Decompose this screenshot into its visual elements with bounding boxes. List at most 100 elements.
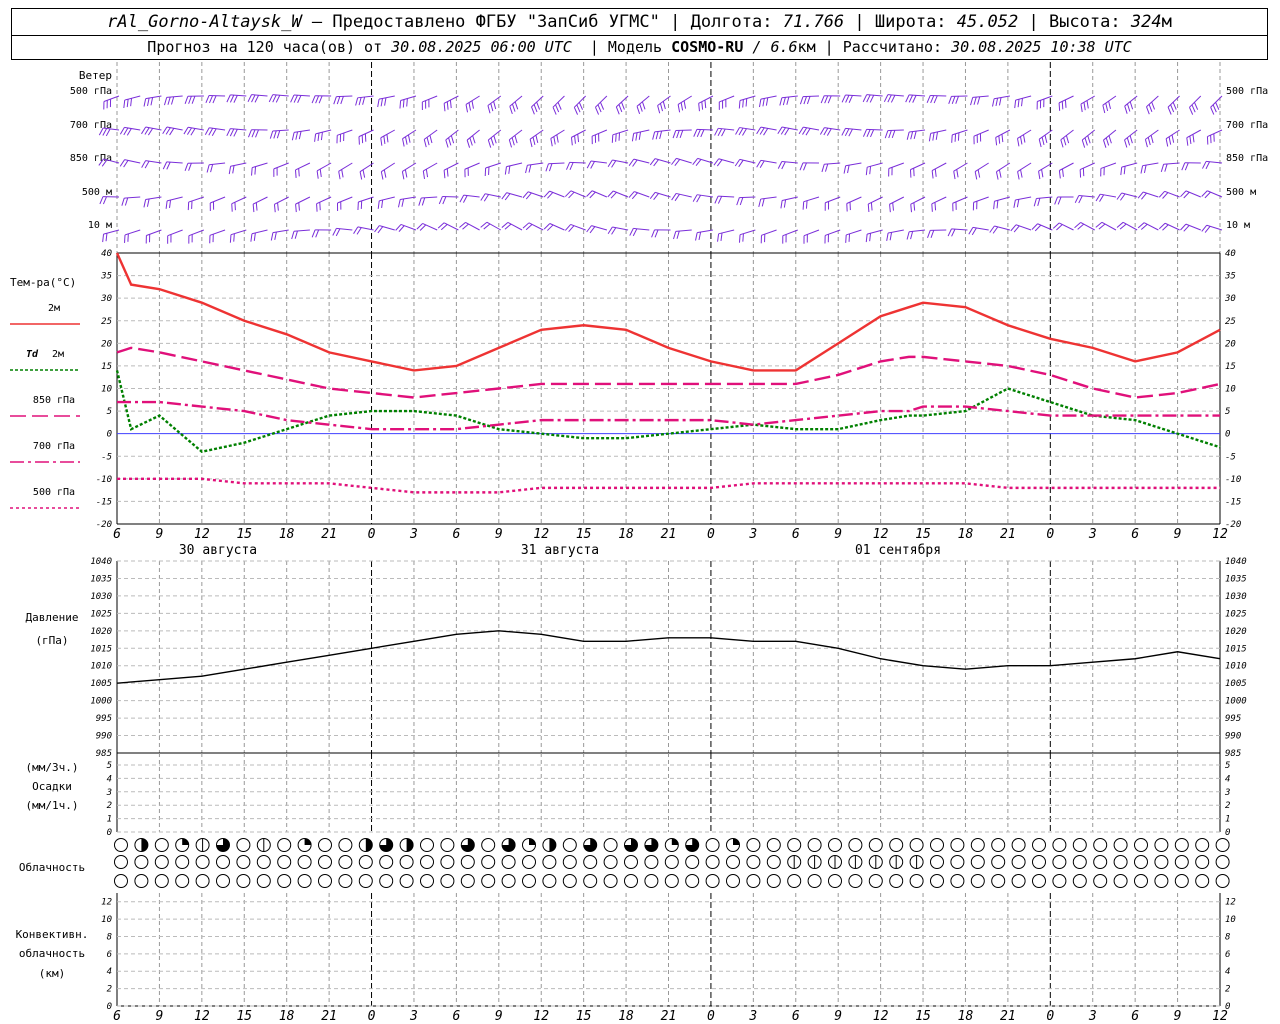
- wind-barb-feather: [438, 196, 443, 205]
- wind-barb-feather: [105, 233, 108, 242]
- wind-barb-feather: [1204, 225, 1211, 233]
- bottom-xtick-label: 18: [618, 1009, 634, 1024]
- cloud-symbol: [807, 874, 822, 888]
- wind-barb-feather: [913, 202, 916, 211]
- wind-barb-feather: [653, 193, 659, 200]
- cloud-circle: [1134, 874, 1148, 888]
- cloud-circle: [195, 874, 210, 888]
- wind-barb-feather: [696, 194, 702, 203]
- wind-barb-feather: [1001, 134, 1004, 143]
- temp-xtick-label: 6: [452, 527, 460, 542]
- cloud-symbol: [644, 874, 659, 888]
- cloud-symbol: [889, 874, 904, 888]
- wind-barb-feather: [247, 94, 252, 103]
- wind-barb-feather: [165, 127, 171, 135]
- cloud-symbol: [114, 874, 128, 888]
- cloud-circle: [481, 855, 496, 869]
- wind-barb-feather: [611, 160, 617, 168]
- wind-barb: [252, 196, 268, 213]
- wind-barb: [508, 129, 523, 148]
- cloud-circle: [991, 874, 1006, 888]
- wind-barb-feather: [1120, 167, 1123, 176]
- wind-barb: [631, 129, 650, 142]
- wind-barb: [1181, 162, 1201, 171]
- wind-barb-staff: [272, 94, 289, 97]
- cloud-circle: [1032, 855, 1046, 869]
- cloud-circle: [338, 874, 353, 888]
- conv-ytick-right: 12: [1225, 898, 1236, 908]
- cloud-circle: [216, 855, 230, 869]
- wind-barb: [780, 196, 798, 209]
- temp-xtick-label: 0: [707, 527, 715, 542]
- wind-barb-feather: [695, 159, 702, 167]
- wind-barb-feather: [468, 102, 471, 111]
- wind-barb-feather: [700, 129, 705, 138]
- wind-barb-feather: [934, 202, 937, 211]
- wind-barb-feather: [1058, 170, 1061, 179]
- wind-barb: [251, 162, 268, 176]
- wind-barb-staff: [1015, 196, 1032, 201]
- wind-barb: [509, 95, 523, 115]
- temp-ytick-right: 10: [1225, 385, 1236, 395]
- wind-barb-feather: [206, 164, 210, 173]
- wind-level-label-right: 700 гПа: [1226, 120, 1268, 131]
- wind-barb-feather: [662, 101, 666, 110]
- wind-barb-feather: [298, 131, 302, 140]
- cloud-circle: [950, 855, 965, 869]
- temp-ytick-right: -10: [1225, 475, 1241, 485]
- wind-barb-feather: [1054, 196, 1058, 205]
- wind-barb-feather: [957, 132, 960, 141]
- wind-barb-feather: [673, 231, 677, 240]
- cloud-circle: [1093, 855, 1108, 869]
- wind-barb-feather: [777, 126, 783, 134]
- cloud-circle: [909, 838, 924, 852]
- wind-barb-feather: [251, 129, 256, 138]
- wind-barb-feather: [615, 106, 620, 115]
- wind-barb-feather: [553, 136, 556, 145]
- wind-barb-feather: [255, 129, 259, 138]
- wind-barb-feather: [1215, 102, 1220, 110]
- wind-barb: [758, 95, 777, 108]
- wind-barb-feather: [635, 132, 638, 141]
- cloud-circle: [828, 874, 842, 888]
- wind-barb-staff: [294, 129, 310, 133]
- temp-xtick-label: 6: [792, 527, 800, 542]
- wind-barb-feather: [803, 96, 807, 105]
- wind-barb-feather: [208, 128, 214, 136]
- wind-barb: [167, 229, 183, 244]
- wind-barb-feather: [1080, 104, 1083, 113]
- wind-barb-feather: [998, 169, 1002, 178]
- wind-barb-feather: [848, 95, 853, 103]
- wind-barb-feather: [275, 95, 281, 103]
- wind-barb-feather: [1189, 135, 1192, 145]
- wind-barb-feather: [621, 101, 625, 110]
- wind-barb-feather: [141, 126, 147, 135]
- cloud-symbol: [1052, 855, 1067, 869]
- temp-xtick-label: 9: [156, 527, 164, 542]
- wind-barb-feather: [1184, 162, 1189, 171]
- cloud-symbol: [420, 855, 434, 869]
- cloud-symbol: [134, 874, 149, 888]
- wind-barb-feather: [742, 99, 744, 108]
- wind-barb-feather: [167, 96, 171, 105]
- cloud-fill: [182, 838, 189, 845]
- cloud-circle: [1195, 855, 1210, 869]
- wind-barb-feather: [550, 138, 553, 147]
- wind-barb-feather: [1141, 192, 1147, 200]
- temp-ytick-right: 0: [1225, 430, 1230, 440]
- cloud-symbol: [1195, 838, 1210, 852]
- wind-barb-feather: [636, 106, 641, 115]
- cloud-circle: [277, 838, 292, 852]
- cloud-symbol: [930, 838, 944, 852]
- wind-barb-feather: [277, 202, 279, 211]
- wind-barb-feather: [450, 135, 455, 144]
- cloud-circle: [970, 838, 985, 852]
- wind-barb-feather: [1151, 101, 1156, 110]
- wind-barb-feather: [798, 126, 804, 135]
- wind-barb-feather: [184, 163, 189, 171]
- wind-barb-feather: [380, 137, 383, 146]
- cloud-symbol: [624, 855, 638, 869]
- wind-barb-feather: [1210, 107, 1215, 115]
- conv-title: (км): [39, 967, 66, 980]
- wind-barb-feather: [568, 225, 575, 232]
